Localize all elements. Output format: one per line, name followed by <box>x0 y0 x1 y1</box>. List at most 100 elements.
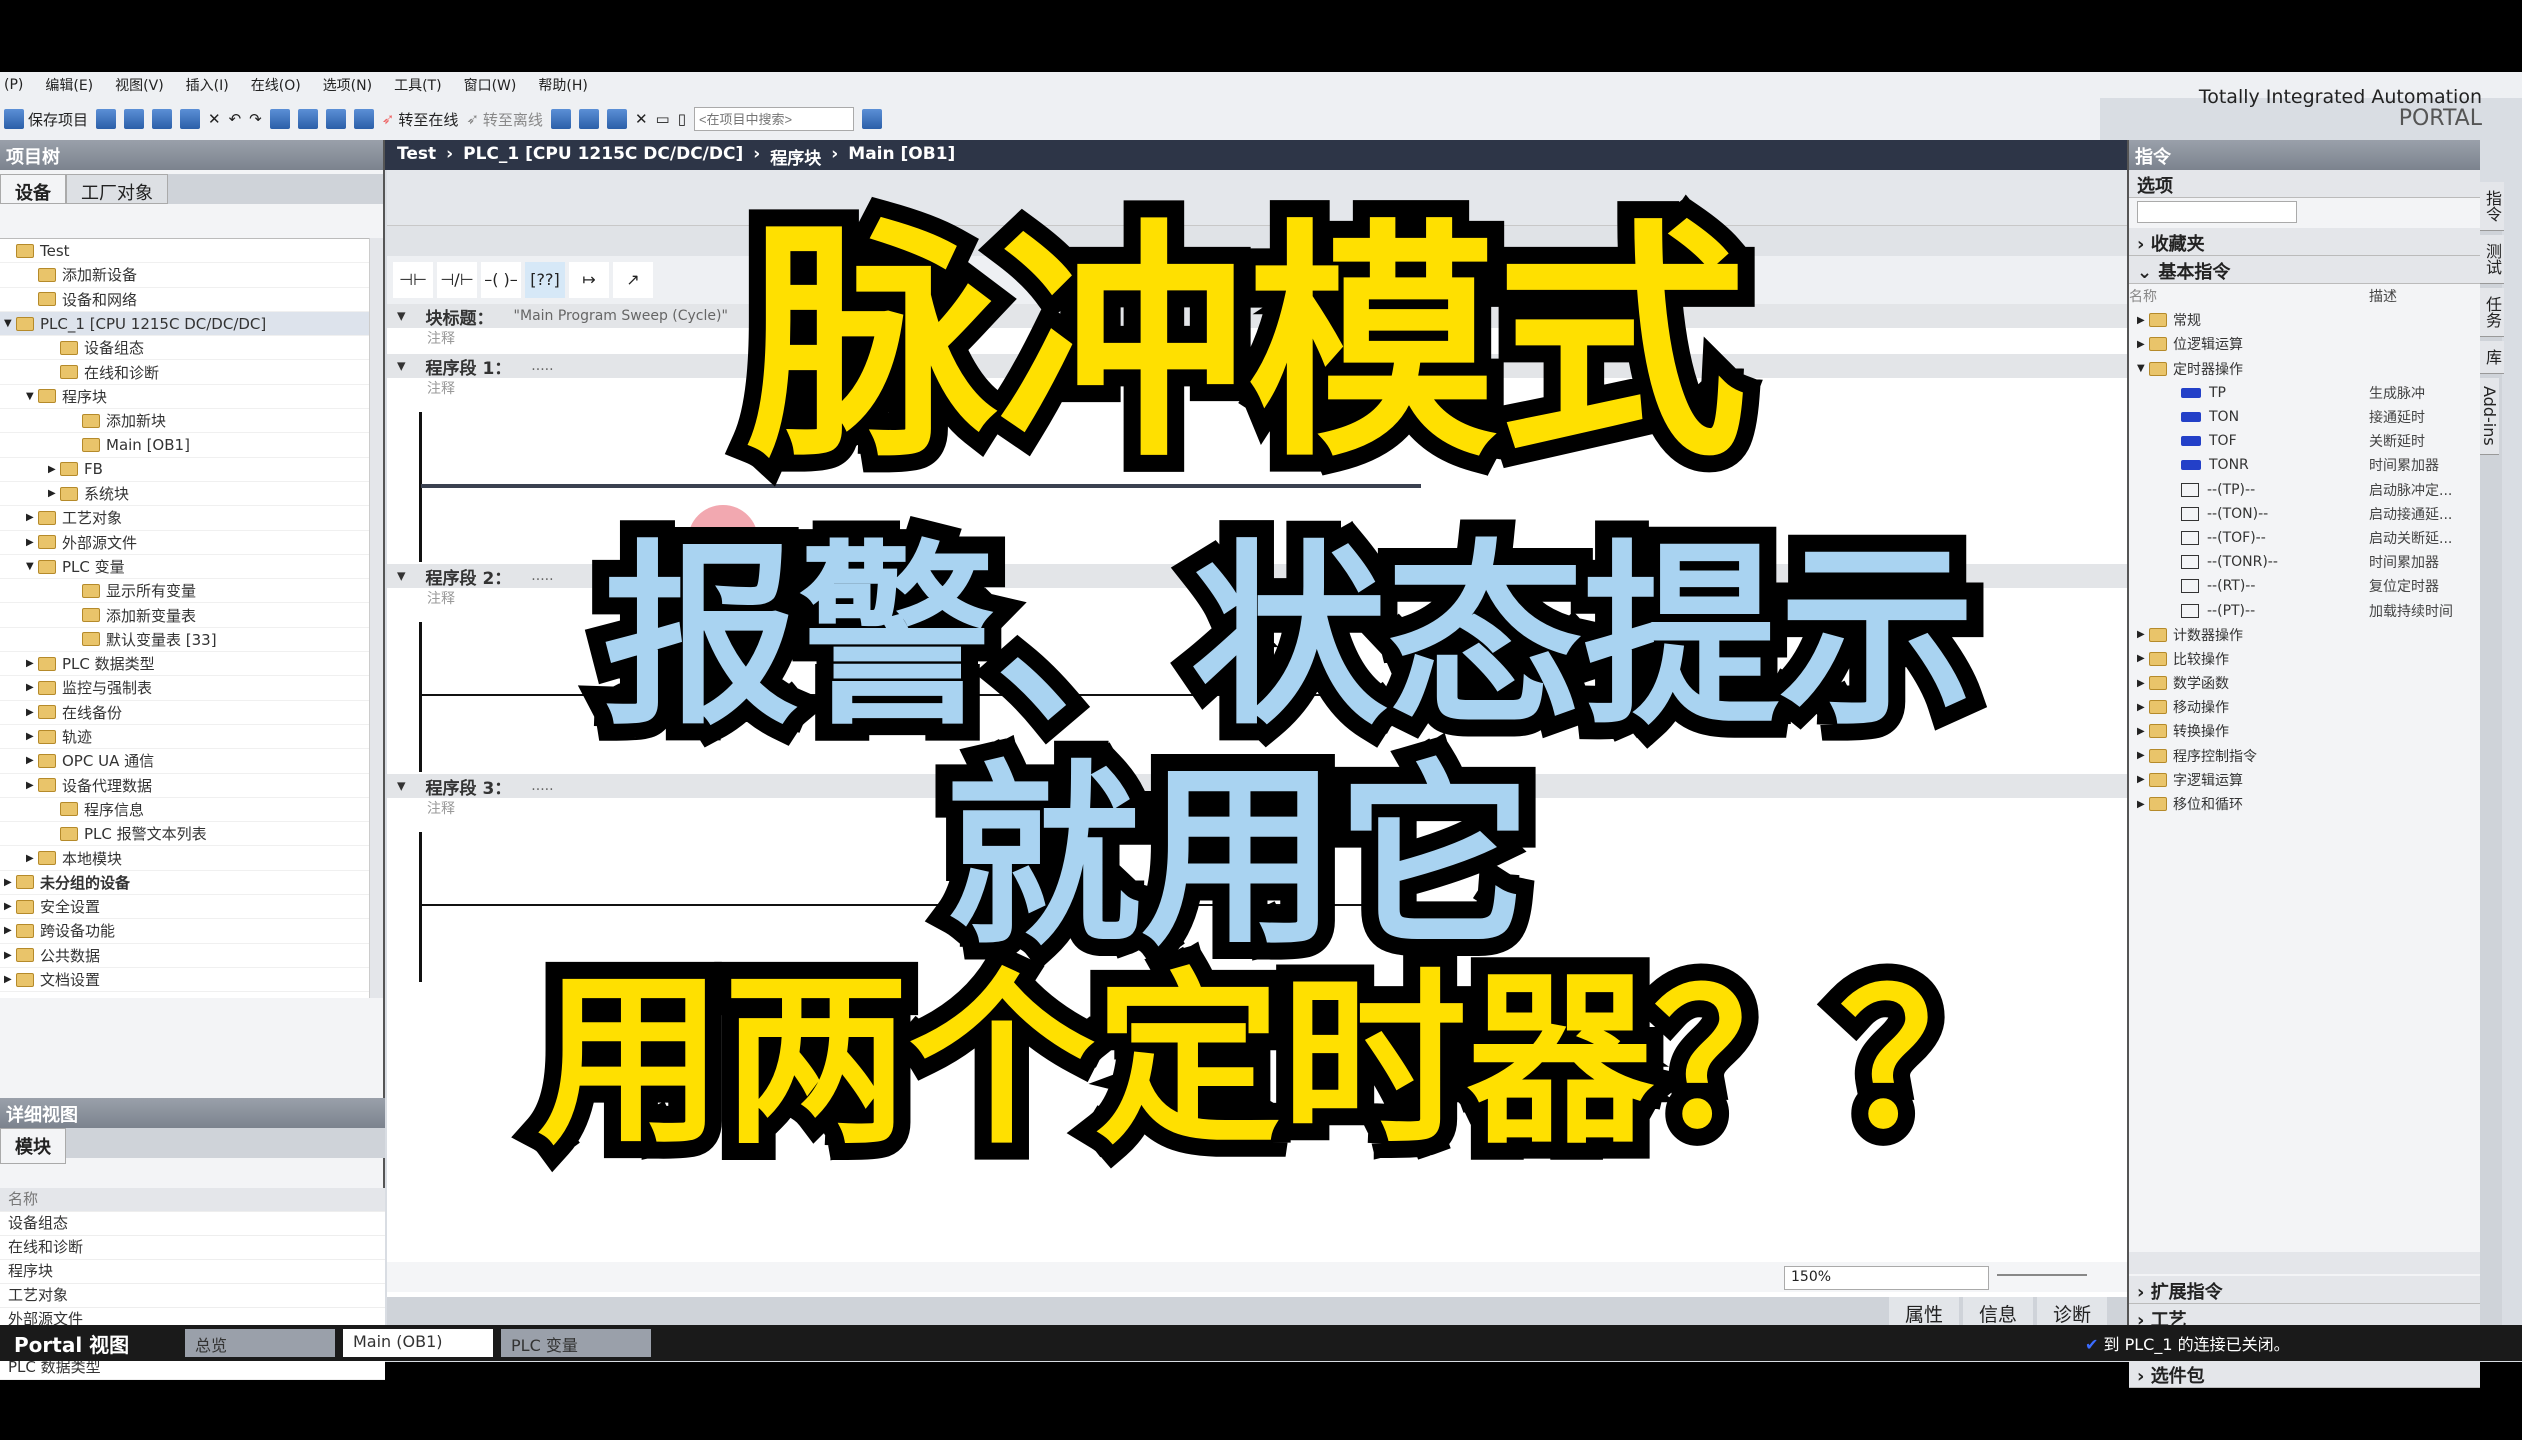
breadcrumb-item[interactable]: Main [OB1] <box>848 144 955 166</box>
tree-item-label: 系统块 <box>84 485 130 504</box>
instruction-name: --(TON)-- <box>2129 506 2369 522</box>
instruction-desc: 启动脉冲定... <box>2369 482 2453 499</box>
split-vertical-icon[interactable]: ▯ <box>678 110 686 128</box>
simulation-icon[interactable] <box>353 109 374 129</box>
breadcrumb-separator-icon: › <box>446 144 454 164</box>
coil-icon <box>2181 482 2199 497</box>
menu-item[interactable]: 编辑(E) <box>45 75 93 95</box>
breadcrumb-separator-icon: › <box>831 144 839 164</box>
instruction-section-label: 扩展指令 <box>2150 1282 2223 1303</box>
undo-icon[interactable]: ↶ <box>229 110 242 128</box>
project-tree-tabs: 设备 工厂对象 <box>0 174 383 204</box>
delete-icon[interactable]: ✕ <box>208 110 221 128</box>
cut-icon[interactable] <box>124 109 145 129</box>
start-cpu-icon[interactable] <box>578 109 599 129</box>
overlay-title-line4: 用两个定时器？？ <box>520 951 2042 1171</box>
stop-cpu-icon[interactable] <box>606 109 627 129</box>
save-icon <box>4 109 24 129</box>
menu-item[interactable]: 选项(N) <box>323 75 372 95</box>
compile-icon[interactable] <box>269 109 290 129</box>
overlay-title-line2: 报警、状态提示 <box>586 523 1992 753</box>
tab-properties[interactable]: 属性 <box>1888 1297 1959 1327</box>
overlay-title-line3: 就用它 <box>928 743 1550 973</box>
upload-icon[interactable] <box>325 109 346 129</box>
detail-list-item[interactable]: 工艺对象 <box>0 1284 385 1308</box>
instruction-name: --(TP)-- <box>2129 482 2369 498</box>
zoom-slider[interactable] <box>1997 1274 2087 1276</box>
detail-column-name: 名称 <box>0 1188 385 1212</box>
status-message: ✔ 到 PLC_1 的连接已关闭。 <box>2085 1331 2290 1355</box>
tree-item[interactable]: ▶ 工艺对象 <box>0 506 372 531</box>
caret-right-icon[interactable]: ▶ <box>4 974 16 985</box>
tab-devices[interactable]: 设备 <box>0 174 66 204</box>
brand-line2: PORTAL <box>2398 106 2482 131</box>
folder-icon <box>60 486 78 501</box>
menu-item[interactable]: (P) <box>4 77 23 93</box>
toolbar: 保存项目 ✕ ↶ ↷ ➶ 转至在线 ➶ 转至离线 ✕ ▭ ▯ <box>0 98 2100 140</box>
instruction-section[interactable]: › 扩展指令 <box>2129 1276 2480 1304</box>
tab-plant-objects[interactable]: 工厂对象 <box>66 174 168 204</box>
taskbar-tab-plc-tags[interactable]: PLC 变量 <box>501 1329 651 1357</box>
search-go-icon[interactable] <box>861 109 882 129</box>
menu-item[interactable]: 工具(T) <box>394 75 441 95</box>
split-horizontal-icon[interactable]: ▭ <box>656 110 670 128</box>
print-icon[interactable] <box>96 109 117 129</box>
go-online-icon: ➶ <box>381 110 395 128</box>
zoom-select[interactable]: 150% <box>1784 1266 1989 1290</box>
detail-list-item[interactable]: 在线和诊断 <box>0 1236 385 1260</box>
chevron-right-icon: › <box>2137 1282 2151 1303</box>
menu-item[interactable]: 视图(V) <box>115 75 164 95</box>
inspector-tabs: 属性 信息 诊断 <box>387 1297 2127 1327</box>
zoom-bar: 150% <box>387 1262 2127 1292</box>
detail-list-item[interactable]: 设备组态 <box>0 1212 385 1236</box>
redo-icon[interactable]: ↷ <box>249 110 262 128</box>
taskbar-tab-overview[interactable]: 总览 <box>185 1329 335 1357</box>
save-project-button[interactable]: 保存项目 <box>4 109 88 130</box>
go-online-button[interactable]: ➶ 转至在线 <box>382 109 459 130</box>
instruction-item[interactable]: --(TP)-- 启动脉冲定... <box>2129 478 2480 502</box>
chevron-right-icon: › <box>2137 1366 2151 1387</box>
breadcrumb: Test › PLC_1 [CPU 1215C DC/DC/DC] › 程序块 › Main… <box>385 140 2127 170</box>
instructions-title: 指令 <box>2129 140 2480 170</box>
breadcrumb-separator-icon: › <box>753 144 761 164</box>
instruction-name-label: --(TON)-- <box>2207 505 2269 522</box>
copy-icon[interactable] <box>152 109 173 129</box>
caret-right-icon[interactable]: ▶ <box>48 488 60 499</box>
check-icon: ✔ <box>2085 1335 2099 1354</box>
tree-item[interactable]: ▶ 系统块 <box>0 482 372 507</box>
options-header: 选项 <box>2129 170 2480 198</box>
instruction-section-label: 选件包 <box>2150 1366 2205 1387</box>
breadcrumb-item[interactable]: 程序块 <box>770 144 821 169</box>
save-label: 保存项目 <box>28 110 89 129</box>
menu-item[interactable]: 窗口(W) <box>464 75 517 95</box>
breadcrumb-item[interactable]: Test <box>397 144 436 166</box>
instruction-desc: 启动接通延... <box>2369 506 2453 523</box>
tab-info[interactable]: 信息 <box>1962 1297 2033 1327</box>
paste-icon[interactable] <box>180 109 201 129</box>
tree-item-label: 工艺对象 <box>62 509 123 528</box>
instruction-item[interactable]: --(TON)-- 启动接通延... <box>2129 502 2480 526</box>
menu-bar: (P) 编辑(E) 视图(V) 插入(I) 在线(O) 选项(N) 工具(T) 窗口(W) 帮助… <box>0 72 2522 98</box>
taskbar-tab-main[interactable]: Main (OB1) <box>343 1329 493 1357</box>
accessible-devices-icon[interactable] <box>550 109 571 129</box>
taskbar: Portal 视图 总览 Main (OB1) PLC 变量 ✔ 到 PLC_1… <box>0 1325 2522 1361</box>
menu-item[interactable]: 插入(I) <box>186 75 229 95</box>
close-icon[interactable]: ✕ <box>635 110 648 128</box>
menu-item[interactable]: 在线(O) <box>251 75 301 95</box>
instruction-name-label: --(TP)-- <box>2207 481 2256 498</box>
project-search-input[interactable] <box>693 107 854 131</box>
instruction-hscrollbar[interactable] <box>2129 1252 2480 1274</box>
breadcrumb-item[interactable]: PLC_1 [CPU 1215C DC/DC/DC] <box>463 144 743 166</box>
instruction-section[interactable]: › 选件包 <box>2129 1360 2480 1388</box>
folder-icon <box>38 510 56 525</box>
go-offline-button[interactable]: ➶ 转至离线 <box>466 109 543 130</box>
project-tree-title: 项目树 <box>0 140 383 170</box>
caret-right-icon[interactable]: ▶ <box>26 512 38 523</box>
tab-diagnostics[interactable]: 诊断 <box>2036 1297 2107 1327</box>
menu-item[interactable]: 帮助(H) <box>538 75 587 95</box>
download-icon[interactable] <box>297 109 318 129</box>
go-offline-label: 转至离线 <box>482 110 543 129</box>
status-text: 到 PLC_1 的连接已关闭。 <box>2103 1335 2290 1354</box>
detail-list-item[interactable]: 程序块 <box>0 1260 385 1284</box>
portal-view-button[interactable]: Portal 视图 <box>0 1329 185 1358</box>
